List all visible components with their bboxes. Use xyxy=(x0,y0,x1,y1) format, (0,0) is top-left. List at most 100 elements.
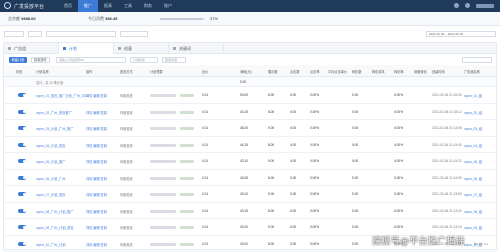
row-operations[interactable]: 详情 编辑 复制 xyxy=(86,242,107,247)
table-row[interactable]: ocpm_05_计划_推广 详情 编辑 复制 均衡投放 0.01 43.10 9.00 0.… xyxy=(4,153,496,170)
col-impressions[interactable]: 展示数 xyxy=(268,69,278,74)
message-icon[interactable] xyxy=(454,3,459,8)
created-at-value: 2021-02-06 21:14:40 xyxy=(432,142,462,147)
date-range-picker[interactable]: 2021-02-06 ~ 2021-02-06 xyxy=(426,31,496,37)
nav-reports[interactable]: 报表 xyxy=(98,0,118,12)
ctr-value: 0.00% xyxy=(310,175,320,180)
ad-group-link[interactable]: ocpm_06_组 xyxy=(464,176,482,181)
global-search-input[interactable] xyxy=(46,31,116,37)
table-row[interactable]: ocpm_06_计划_广州 详情 编辑 复制 均衡投放 0.01 43.05 8.00 0.… xyxy=(4,170,496,186)
plan-status-toggle[interactable] xyxy=(18,241,26,246)
tab-creative[interactable]: 创意 xyxy=(114,43,169,54)
col-ctr[interactable]: 点击率 xyxy=(310,69,320,74)
row-operations[interactable]: 详情 编辑 复制 xyxy=(86,143,107,148)
table-row[interactable]: ocpm_02_广州_首页推广 详情 编辑 复制 均衡投放 0.01 43.15 8.00… xyxy=(4,104,496,120)
plan-name-link[interactable]: ocpm_02_广州_首页推广 xyxy=(36,110,72,115)
plan-status-toggle[interactable] xyxy=(18,208,26,213)
redacted-value xyxy=(180,110,194,114)
batch-operation-button[interactable]: 批量操作 xyxy=(31,57,50,63)
row-operations[interactable]: 详情 编辑 复制 xyxy=(86,110,107,115)
bid-value: 0.01 xyxy=(202,225,209,229)
row-operations[interactable]: 详情 编辑 复制 xyxy=(86,93,107,98)
row-operations[interactable]: 详情 编辑 复制 xyxy=(86,126,107,131)
col-bid[interactable]: 出价 xyxy=(202,69,208,74)
ad-group-link[interactable]: ocpm_01_组 xyxy=(464,93,482,98)
col-avg-cpc[interactable]: 平均点击单价 xyxy=(328,69,347,74)
today-spend-label: 今日消费 xyxy=(88,16,104,21)
plan-name-link[interactable]: ocpm_07_计划_首页 xyxy=(36,192,65,197)
table-row[interactable]: ocpm_03_计划_广州_推广 详情 编辑 复制 均衡投放 0.01 48.20 9.0… xyxy=(4,120,496,137)
ad-group-link[interactable]: ocpm_02_组 xyxy=(464,110,482,115)
plan-status-toggle[interactable] xyxy=(18,159,26,163)
ad-group-link[interactable]: ocpm_04_组 xyxy=(464,143,482,148)
plan-name-link[interactable]: ocpm_01_首页_推广计划_广州_2021 xyxy=(36,93,89,98)
ad-group-link[interactable]: ocpm_07_组 xyxy=(464,192,482,197)
help-icon[interactable] xyxy=(465,3,470,8)
col-conv-cost[interactable]: 转化成本 xyxy=(372,69,385,74)
new-plan-button[interactable]: 新建计划 xyxy=(9,57,27,63)
account-stats-bar: 总余额 ¥888.00 今日消费 ¥86.45 37% xyxy=(0,12,500,26)
row-operations[interactable]: 详情 编辑 复制 xyxy=(86,159,107,164)
tab-keyword[interactable]: 关键词 xyxy=(169,43,224,54)
col-clicks[interactable]: 点击数 xyxy=(290,69,300,74)
table-row[interactable]: ocpm_04_计划_首页 详情 编辑 复制 均衡投放 0.01 44.15 8.00 0.… xyxy=(4,137,496,153)
column-settings-button[interactable] xyxy=(462,57,492,63)
type-select[interactable] xyxy=(120,31,148,37)
ad-group-link[interactable]: ocpm_05_组 xyxy=(464,159,482,164)
col-spend[interactable]: 消耗(元) xyxy=(240,69,252,74)
redacted-value xyxy=(180,143,194,147)
plan-status-toggle[interactable] xyxy=(18,142,26,147)
pagination[interactable]: 共12条 1/1 xyxy=(474,242,488,246)
col-budget[interactable]: 计划预算 xyxy=(150,69,163,74)
summary-row: 总计 - 共 12 条计划 0.00 xyxy=(4,77,496,87)
row-operations[interactable]: 详情 编辑 复制 xyxy=(86,225,107,230)
bid-value: 0.01 xyxy=(202,109,209,114)
impressions-value: 8.00 xyxy=(268,109,275,114)
user-menu[interactable] xyxy=(476,3,494,8)
plan-status-toggle[interactable] xyxy=(18,225,26,229)
col-plan-name[interactable]: 计划名称 xyxy=(36,69,49,74)
plan-name-link[interactable]: ocpm_09_广州_计划_首页 xyxy=(36,225,74,230)
col-delivery-mode[interactable]: 投放方式 xyxy=(120,69,133,74)
plan-status-toggle[interactable] xyxy=(18,109,26,114)
plan-search-input[interactable]: 请输入计划名称/ID xyxy=(56,57,126,63)
plan-status-toggle[interactable] xyxy=(18,192,26,196)
plan-name-link[interactable]: ocpm_06_计划_广州 xyxy=(36,176,65,181)
tab-plan[interactable]: 计划 xyxy=(59,43,114,54)
col-deep-conv[interactable]: 深度转化 xyxy=(414,69,427,74)
plan-name-link[interactable]: ocpm_05_计划_推广 xyxy=(36,159,65,164)
balance-label: 总余额 xyxy=(8,16,20,21)
nav-finance[interactable]: 财务 xyxy=(138,0,158,12)
ad-group-link[interactable]: ocpm_09_组 xyxy=(464,225,482,230)
nav-tools[interactable]: 工具 xyxy=(118,0,138,12)
col-conversions[interactable]: 转化数 xyxy=(352,69,362,74)
plan-name-link[interactable]: ocpm_03_计划_广州_推广 xyxy=(36,126,74,131)
plan-status-toggle[interactable] xyxy=(18,93,26,97)
col-created-at[interactable]: 创建时间 xyxy=(432,69,445,74)
channel-select[interactable] xyxy=(28,31,42,37)
tab-ad-group[interactable]: 广告组 xyxy=(4,43,59,54)
plan-status-toggle[interactable] xyxy=(18,175,26,180)
row-operations[interactable]: 详情 编辑 复制 xyxy=(86,209,107,214)
row-operations[interactable]: 详情 编辑 复制 xyxy=(86,176,107,181)
col-ad-group[interactable]: 广告组名称 xyxy=(464,69,480,74)
ad-group-link[interactable]: ocpm_03_组 xyxy=(464,126,482,131)
ad-group-link[interactable]: ocpm_08_组 xyxy=(464,209,482,214)
col-status[interactable]: 状态 xyxy=(16,69,22,74)
nav-home[interactable]: 首页 xyxy=(58,0,78,12)
table-row[interactable]: ocpm_07_计划_首页 详情 编辑 复制 均衡投放 0.01 43.10 9.00 0.… xyxy=(4,186,496,203)
plan-name-link[interactable]: ocpm_10_广州_计划 xyxy=(36,242,65,247)
nav-promotion[interactable]: 推广 xyxy=(78,0,98,12)
more-filter-button[interactable]: 更多筛选 xyxy=(162,57,186,63)
delivery-mode: 均衡投放 xyxy=(120,94,133,98)
table-row[interactable]: ocpm_08_广州_计划_推广 详情 编辑 复制 均衡投放 0.01 43.15 8.0… xyxy=(4,203,496,219)
plan-status-select[interactable]: 计划状态 xyxy=(130,57,158,63)
table-row[interactable]: ocpm_01_首页_推广计划_广州_2021 详情 编辑 复制 均衡投放 0.01 9… xyxy=(4,87,496,104)
account-select[interactable] xyxy=(4,31,24,37)
nav-account[interactable]: 账户 xyxy=(158,0,178,12)
plan-name-link[interactable]: ocpm_04_计划_首页 xyxy=(36,143,65,148)
plan-status-toggle[interactable] xyxy=(18,126,26,130)
row-operations[interactable]: 详情 编辑 复制 xyxy=(86,192,107,197)
plan-name-link[interactable]: ocpm_08_广州_计划_推广 xyxy=(36,209,74,214)
col-conv-rate[interactable]: 转化率 xyxy=(394,69,404,74)
